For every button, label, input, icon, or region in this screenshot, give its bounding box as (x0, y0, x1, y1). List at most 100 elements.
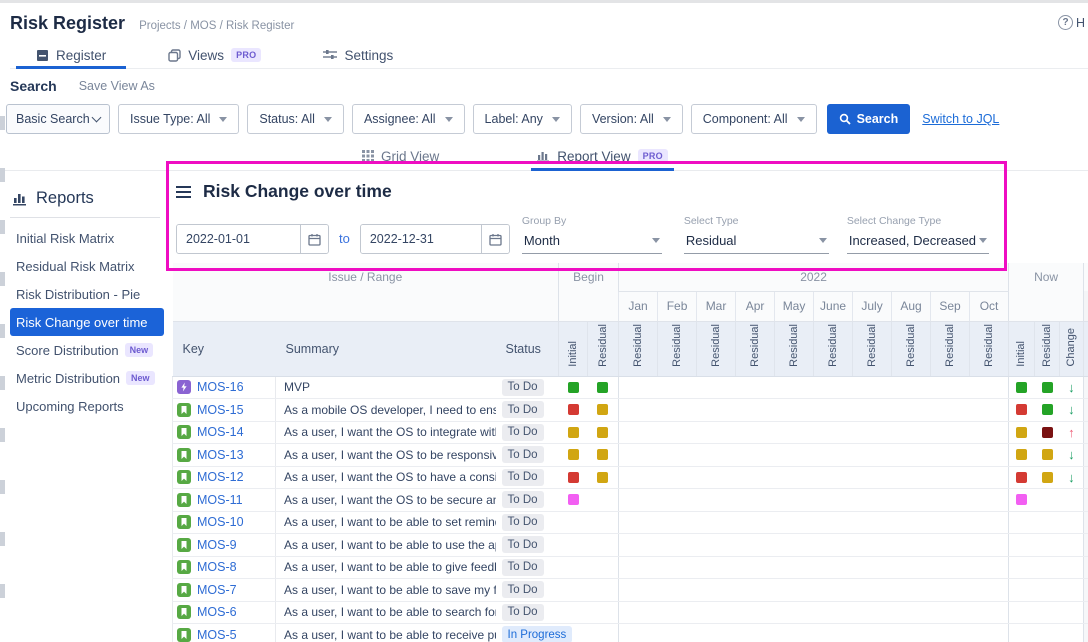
risk-square-red (568, 404, 579, 415)
search-section-label: Search (10, 78, 57, 94)
sidebar-title: Reports (36, 189, 94, 208)
date-from-input[interactable] (177, 225, 300, 253)
issue-key-link[interactable]: MOS-12 (197, 470, 244, 484)
now-initial-cell (1009, 579, 1035, 602)
issue-key-link[interactable]: MOS-8 (197, 560, 237, 574)
now-residual-cell (1035, 556, 1060, 579)
issue-key-link[interactable]: MOS-13 (197, 448, 244, 462)
issue-key-link[interactable]: MOS-6 (197, 605, 237, 619)
issue-status-cell: To Do (496, 399, 559, 422)
decrease-arrow-icon: ↓ (1068, 402, 1075, 417)
search-mode-select[interactable]: Basic Search (6, 104, 110, 134)
calendar-icon[interactable] (300, 225, 328, 253)
save-view-as-link[interactable]: Save View As (79, 79, 155, 93)
col-residual-mar: Residual (697, 321, 736, 376)
sidebar-item-upcoming-reports[interactable]: Upcoming Reports (10, 392, 164, 420)
tab-settings[interactable]: Settings (321, 42, 395, 68)
select-change-type-select[interactable]: Select Change Type Increased, Decreased (847, 215, 989, 254)
table-row-mos-7: MOS-7As a user, I want to be able to sav… (173, 579, 1088, 602)
sidebar-item-risk-change-over-time[interactable]: Risk Change over time (10, 308, 164, 336)
filter-chip-0[interactable]: Issue Type: All (118, 104, 239, 134)
issue-key-link[interactable]: MOS-11 (197, 493, 243, 507)
calendar-icon[interactable] (481, 225, 509, 253)
now-initial-cell (1009, 556, 1035, 579)
issue-status-cell: To Do (496, 579, 559, 602)
filler-cell (1084, 376, 1088, 399)
grid-icon (362, 150, 374, 162)
new-badge: New (126, 371, 155, 385)
issue-key-cell: MOS-11 (173, 489, 276, 512)
issue-summary: As a user, I want the OS to integrate wi… (276, 421, 496, 444)
issue-key-link[interactable]: MOS-16 (197, 380, 244, 394)
months-track (619, 556, 1009, 579)
risk-square-green (597, 382, 608, 393)
risk-square-red (1016, 472, 1027, 483)
filter-chip-1[interactable]: Status: All (247, 104, 344, 134)
risk-square-pink (1016, 494, 1027, 505)
filter-chip-4[interactable]: Version: All (580, 104, 683, 134)
tab-register[interactable]: Register (34, 42, 108, 68)
issue-key-link[interactable]: MOS-5 (197, 628, 237, 642)
issue-key-link[interactable]: MOS-14 (197, 425, 244, 439)
dropdown-arrow-icon (324, 117, 332, 122)
change-cell: ↓ (1060, 444, 1084, 467)
report-menu-icon[interactable] (176, 186, 191, 198)
help-link[interactable]: ? H (1058, 15, 1085, 30)
sidebar-item-metric-distribution[interactable]: Metric DistributionNew (10, 364, 164, 392)
switch-to-jql-link[interactable]: Switch to JQL (922, 112, 999, 126)
status-badge: To Do (502, 491, 544, 508)
change-cell: ↓ (1060, 399, 1084, 422)
report-view-toggle[interactable]: Report View PRO (537, 142, 668, 170)
date-to-input[interactable] (361, 225, 481, 253)
select-type-select[interactable]: Select Type Residual (684, 215, 829, 254)
change-cell (1060, 601, 1084, 624)
story-icon (177, 515, 191, 529)
issue-key-cell: MOS-5 (173, 624, 276, 642)
status-badge: To Do (502, 536, 544, 553)
issue-key-link[interactable]: MOS-7 (197, 583, 237, 597)
breadcrumb: Projects / MOS / Risk Register (139, 20, 294, 32)
date-range-to-label: to (339, 231, 350, 246)
filler-cell (1084, 556, 1088, 579)
issue-key-link[interactable]: MOS-9 (197, 538, 237, 552)
date-from-field (176, 224, 329, 254)
months-track (619, 624, 1009, 642)
begin-residual-cell (588, 624, 619, 642)
month-header-jan: Jan (619, 291, 658, 321)
filter-chip-2[interactable]: Assignee: All (352, 104, 465, 134)
search-button[interactable]: Search (827, 104, 911, 134)
issue-key-link[interactable]: MOS-10 (197, 515, 244, 529)
story-icon (177, 493, 191, 507)
sidebar-item-risk-distribution-pie[interactable]: Risk Distribution - Pie (10, 280, 164, 308)
begin-residual-cell (588, 534, 619, 557)
months-track (619, 399, 1009, 422)
change-cell: ↑ (1060, 421, 1084, 444)
now-initial-cell (1009, 376, 1035, 399)
sidebar-item-residual-risk-matrix[interactable]: Residual Risk Matrix (10, 252, 164, 280)
filter-chip-5[interactable]: Component: All (691, 104, 817, 134)
settings-sliders-icon (323, 49, 337, 61)
filter-chip-3[interactable]: Label: Any (473, 104, 572, 134)
filler-cell (1084, 399, 1088, 422)
search-icon (839, 113, 851, 125)
issue-status-cell: To Do (496, 556, 559, 579)
risk-square-red (1016, 404, 1027, 415)
issue-key-link[interactable]: MOS-15 (197, 403, 244, 417)
issue-key-cell: MOS-14 (173, 421, 276, 444)
group-by-select[interactable]: Group By Month (522, 215, 662, 254)
issue-key-cell: MOS-6 (173, 601, 276, 624)
risk-change-table: Issue / Range Begin 2022 Now JanFebMarAp… (172, 263, 1088, 642)
tab-views[interactable]: Views PRO (166, 42, 263, 68)
grid-view-toggle[interactable]: Grid View (362, 142, 439, 170)
sidebar-item-score-distribution[interactable]: Score DistributionNew (10, 336, 164, 364)
months-track (619, 444, 1009, 467)
sidebar-item-initial-risk-matrix[interactable]: Initial Risk Matrix (10, 224, 164, 252)
issue-key-cell: MOS-7 (173, 579, 276, 602)
issue-status-cell: To Do (496, 376, 559, 399)
spacer (1084, 291, 1088, 321)
dropdown-arrow-icon (219, 117, 227, 122)
begin-residual-cell (588, 399, 619, 422)
status-badge: To Do (502, 604, 544, 621)
issue-status-cell: To Do (496, 511, 559, 534)
col-residual-july: Residual (853, 321, 892, 376)
